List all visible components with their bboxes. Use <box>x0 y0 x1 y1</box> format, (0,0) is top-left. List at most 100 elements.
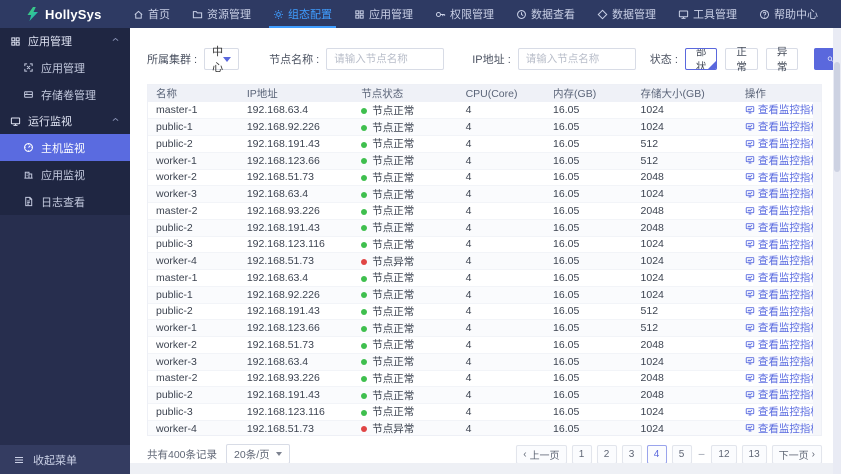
column-header: IP地址 <box>238 85 354 102</box>
status-dot-icon <box>361 242 368 249</box>
cluster-select[interactable]: 中心 <box>204 46 240 74</box>
status-option-2[interactable]: 正常 <box>725 46 758 73</box>
next-page-button[interactable]: 下一页 › <box>771 444 822 464</box>
shell: 应用管理 应用管理 存储卷管理 运行监视 主机监视 应用监视 日志查看 收起菜单 所属集群 … <box>0 28 841 474</box>
nav-item-help[interactable]: 帮助中心 <box>748 0 829 28</box>
sidebar-section-1[interactable]: 应用管理 <box>0 28 130 54</box>
page-button-5[interactable]: 5 <box>671 444 692 464</box>
view-metrics-link[interactable]: 查看监控指标 <box>745 186 821 201</box>
page-scrollbar[interactable] <box>833 28 841 474</box>
view-metrics-link[interactable]: 查看监控指标 <box>745 387 821 402</box>
sidebar-item-app[interactable]: 应用管理 <box>0 54 130 81</box>
cell-status: 节点正常 <box>353 386 458 404</box>
status-dot-icon <box>361 258 368 265</box>
nav-item-more[interactable]: 更多 <box>829 0 841 28</box>
cell-cpu: 4 <box>457 135 546 153</box>
nodes-table-panel: 名称 IP地址 节点状态 CPU(Core) 内存(GB) 存储大小(GB) 操作 mast… <box>147 84 822 436</box>
view-metrics-label: 查看监控指标 <box>757 104 821 117</box>
view-metrics-link[interactable]: 查看监控指标 <box>745 203 821 218</box>
view-metrics-link[interactable]: 查看监控指标 <box>745 371 821 386</box>
storage-icon <box>24 91 33 98</box>
sidebar-item-file[interactable]: 日志查看 <box>0 188 130 215</box>
view-metrics-link[interactable]: 查看监控指标 <box>745 153 821 168</box>
cell-name: worker-4 <box>148 420 239 435</box>
nav-item-folder[interactable]: 资源管理 <box>181 0 262 28</box>
view-metrics-link[interactable]: 查看监控指标 <box>745 102 821 117</box>
cell-mem: 16.05 <box>545 286 633 304</box>
node-name-input[interactable] <box>326 48 445 70</box>
view-metrics-link[interactable]: 查看监控指标 <box>745 354 821 369</box>
view-metrics-label: 查看监控指标 <box>757 171 821 184</box>
nav-item-gear[interactable]: 组态配置 <box>262 0 343 28</box>
sidebar-section-label: 运行监视 <box>28 116 72 128</box>
view-metrics-label: 查看监控指标 <box>757 138 821 151</box>
nav-item-label: 权限管理 <box>450 9 494 21</box>
cell-status: 节点正常 <box>353 169 458 187</box>
main-nav: 首页 资源管理 组态配置 应用管理 权限管理 数据查看 数据管理 工具管理 帮助中心更多 <box>122 0 841 28</box>
page-button-2[interactable]: 2 <box>596 444 617 464</box>
view-metrics-link[interactable]: 查看监控指标 <box>745 270 821 285</box>
status-text: 节点正常 <box>372 289 415 302</box>
page-button-3[interactable]: 3 <box>621 444 642 464</box>
view-metrics-link[interactable]: 查看监控指标 <box>745 220 821 235</box>
cell-storage: 1024 <box>632 118 737 136</box>
view-metrics-link[interactable]: 查看监控指标 <box>745 136 821 151</box>
nav-item-diamond[interactable]: 数据管理 <box>586 0 667 28</box>
monitor-chart-icon <box>745 257 755 265</box>
nav-item-key[interactable]: 权限管理 <box>424 0 505 28</box>
monitor-chart-icon <box>745 123 755 131</box>
sidebar-item-storage[interactable]: 存储卷管理 <box>0 81 130 108</box>
prev-page-button[interactable]: ‹ 上一页 <box>516 444 567 464</box>
home-icon <box>134 10 143 19</box>
page-button-4[interactable]: 4 <box>646 444 667 464</box>
sidebar-item-building[interactable]: 应用监视 <box>0 161 130 188</box>
top-navbar: HollySys 首页 资源管理 组态配置 应用管理 权限管理 数据查看 数据管理 工具管理 帮… <box>0 0 841 28</box>
page-size-select[interactable]: 20条/页 <box>226 444 290 464</box>
cell-cpu: 4 <box>457 336 546 354</box>
table-row: public-3 192.168.123.116 节点正常 4 16.05 1024 查看监… <box>148 403 821 421</box>
chevron-right-icon: › <box>811 448 815 460</box>
page-button-12[interactable]: 12 <box>711 444 737 464</box>
sidebar-section-2[interactable]: 运行监视 <box>0 108 130 134</box>
nav-item-grid[interactable]: 应用管理 <box>343 0 424 28</box>
cell-storage: 512 <box>632 303 737 321</box>
chevron-up-icon <box>112 37 119 41</box>
column-header: 操作 <box>736 85 821 102</box>
cell-status: 节点正常 <box>353 403 458 421</box>
view-metrics-link[interactable]: 查看监控指标 <box>745 287 821 302</box>
nav-item-home[interactable]: 首页 <box>122 0 181 28</box>
sidebar-item-host[interactable]: 主机监视 <box>0 134 130 161</box>
status-option-1[interactable]: 全部状态 <box>684 48 718 70</box>
page-button-1[interactable]: 1 <box>571 444 592 464</box>
nav-item-clock[interactable]: 数据查看 <box>505 0 586 28</box>
ip-input[interactable] <box>517 48 636 70</box>
view-metrics-link[interactable]: 查看监控指标 <box>745 337 821 352</box>
view-metrics-link[interactable]: 查看监控指标 <box>745 320 821 335</box>
sidebar-item-label: 应用监视 <box>41 169 85 182</box>
page-button-13[interactable]: 13 <box>741 444 767 464</box>
view-metrics-label: 查看监控指标 <box>757 238 821 251</box>
status-dot-icon <box>361 342 368 349</box>
monitor-chart-icon <box>745 340 755 349</box>
view-metrics-link[interactable]: 查看监控指标 <box>745 404 821 419</box>
nav-item-monitor[interactable]: 工具管理 <box>667 0 748 28</box>
cell-action: 查看监控指标 <box>736 169 821 187</box>
view-metrics-link[interactable]: 查看监控指标 <box>745 253 821 268</box>
cell-name: public-1 <box>148 118 239 136</box>
table-scrollbar[interactable] <box>813 102 821 435</box>
view-metrics-link[interactable]: 查看监控指标 <box>745 170 821 185</box>
clock-icon <box>517 9 526 19</box>
view-metrics-link[interactable]: 查看监控指标 <box>745 421 821 435</box>
cell-mem: 16.05 <box>545 118 633 136</box>
view-metrics-link[interactable]: 查看监控指标 <box>745 237 821 252</box>
view-metrics-link[interactable]: 查看监控指标 <box>745 304 821 319</box>
status-option-3[interactable]: 异常 <box>765 46 799 73</box>
cell-name: master-2 <box>148 202 239 220</box>
bottom-strip <box>130 463 833 474</box>
cell-mem: 16.05 <box>545 403 633 421</box>
view-metrics-link[interactable]: 查看监控指标 <box>745 119 821 134</box>
view-metrics-label: 查看监控指标 <box>757 389 821 402</box>
cell-storage: 1024 <box>632 269 737 287</box>
collapse-menu-button[interactable]: 收起菜单 <box>0 445 130 474</box>
logo-lightning-icon <box>27 7 38 21</box>
